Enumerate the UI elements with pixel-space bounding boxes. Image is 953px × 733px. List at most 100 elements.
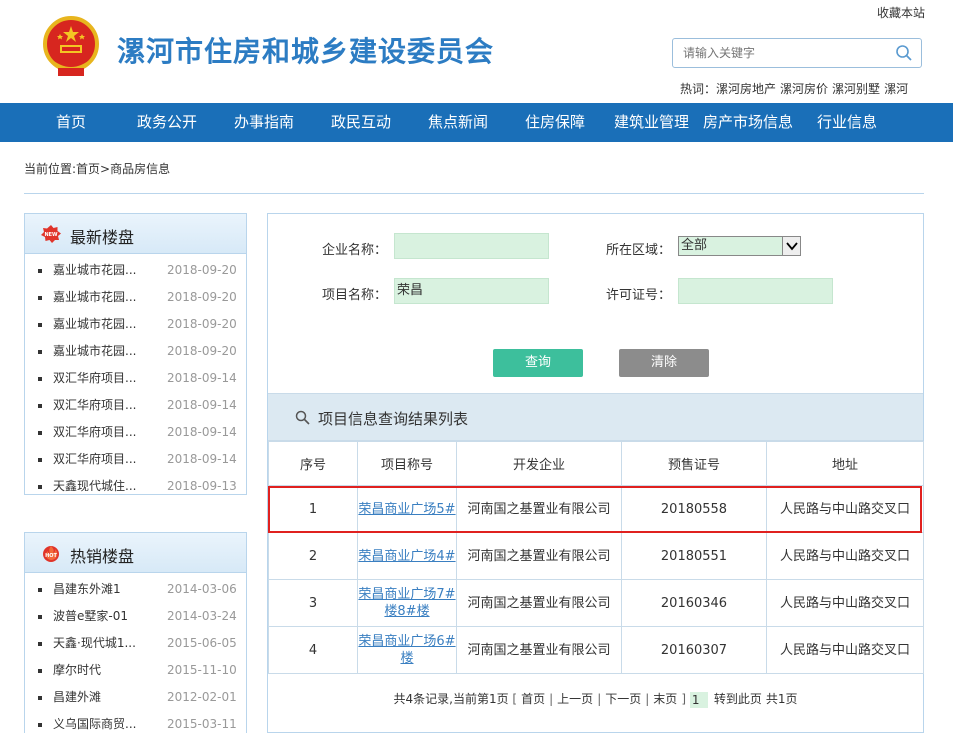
search-input[interactable]	[673, 39, 888, 67]
nav-item-real-estate[interactable]: 房产市场信息	[703, 103, 793, 142]
nav-item-home[interactable]: 首页	[56, 103, 86, 142]
bullet-icon	[38, 377, 42, 381]
company-cell: 河南国之基置业有限公司	[456, 579, 622, 627]
nav-item-gov-affairs[interactable]: 政务公开	[137, 103, 197, 142]
project-date: 2018-09-13	[167, 479, 237, 493]
nav-item-construction[interactable]: 建筑业管理	[614, 103, 689, 142]
project-link[interactable]: 荣昌商业广场7# 楼8#楼	[358, 587, 455, 619]
project-link[interactable]: 荣昌商业广场4#	[358, 549, 455, 564]
address-cell: 人民路与中山路交叉口	[766, 626, 924, 674]
column-header: 地址	[766, 441, 924, 486]
list-item[interactable]: 嘉业城市花园... 2018-09-20	[25, 311, 246, 338]
project-link-line[interactable]: 荣昌商业广场6#	[358, 634, 455, 649]
bullet-icon	[38, 642, 42, 646]
list-item[interactable]: 双汇华府项目... 2018-09-14	[25, 392, 246, 419]
project-name[interactable]: 义乌国际商贸...	[53, 711, 153, 733]
column-header: 预售证号	[621, 441, 767, 486]
list-item[interactable]: 嘉业城市花园... 2018-09-20	[25, 284, 246, 311]
list-item[interactable]: 双汇华府项目... 2018-09-14	[25, 446, 246, 473]
divider	[24, 193, 924, 194]
table-row: 3 荣昌商业广场7# 楼8#楼 河南国之基置业有限公司 20160346 人民路与…	[268, 579, 924, 627]
project-date: 2018-09-20	[167, 290, 237, 304]
project-cell: 荣昌商业广场6# 楼	[357, 626, 457, 674]
pagination-summary: 共4条记录,当前第1页	[393, 692, 509, 706]
project-name[interactable]: 双汇华府项目...	[53, 419, 153, 446]
national-emblem-icon	[43, 16, 99, 76]
project-name[interactable]: 嘉业城市花园...	[53, 338, 153, 365]
list-item[interactable]: 嘉业城市花园... 2018-09-20	[25, 338, 246, 365]
list-item[interactable]: 双汇华府项目... 2018-09-14	[25, 419, 246, 446]
project-link[interactable]: 荣昌商业广场6# 楼	[358, 634, 455, 666]
new-badge-icon: NEW	[41, 225, 61, 243]
bullet-icon	[38, 615, 42, 619]
nav-item-news[interactable]: 焦点新闻	[428, 103, 488, 142]
list-item[interactable]: 天鑫·现代城1... 2015-06-05	[25, 630, 246, 657]
project-name[interactable]: 嘉业城市花园...	[53, 257, 153, 284]
project-name[interactable]: 昌建东外滩1	[53, 576, 153, 603]
project-date: 2018-09-20	[167, 344, 237, 358]
project-name[interactable]: 双汇华府项目...	[53, 392, 153, 419]
latest-projects-list: 嘉业城市花园... 2018-09-20 嘉业城市花园... 2018-09-20 …	[25, 254, 246, 500]
pagination-total: 共1页	[765, 692, 798, 706]
latest-projects-panel: NEW 最新楼盘 嘉业城市花园... 2018-09-20 嘉业城市花园... 20…	[24, 213, 247, 495]
license-cell: 20180558	[621, 485, 767, 533]
column-header: 序号	[268, 441, 358, 486]
list-item[interactable]: 昌建东外滩1 2014-03-06	[25, 576, 246, 603]
project-input[interactable]: 荣昌	[394, 278, 549, 304]
hot-word-link[interactable]: 漯河别墅	[832, 82, 880, 96]
project-name[interactable]: 双汇华府项目...	[53, 446, 153, 473]
project-name[interactable]: 天鑫·现代城1...	[53, 630, 153, 657]
hot-word-link[interactable]: 漯河房地产	[716, 82, 776, 96]
page-number-input[interactable]: 1	[689, 691, 708, 708]
results-title: 项目信息查询结果列表	[318, 410, 469, 428]
nav-item-housing[interactable]: 住房保障	[525, 103, 585, 142]
list-item[interactable]: 嘉业城市花园... 2018-09-20	[25, 257, 246, 284]
nav-item-industry[interactable]: 行业信息	[817, 103, 877, 142]
hot-word-link[interactable]: 漯河	[884, 82, 908, 96]
project-link-line[interactable]: 荣昌商业广场7#	[358, 587, 455, 602]
project-link-line[interactable]: 楼	[400, 651, 413, 666]
first-page-link[interactable]: 首页	[521, 692, 545, 706]
clear-button[interactable]: 清除	[619, 349, 709, 377]
favorite-link[interactable]: 收藏本站	[877, 4, 925, 21]
project-name[interactable]: 天鑫现代城住...	[53, 473, 153, 500]
table-row: 4 荣昌商业广场6# 楼 河南国之基置业有限公司 20160307 人民路与中山路…	[268, 626, 924, 674]
list-item[interactable]: 义乌国际商贸... 2015-03-11	[25, 711, 246, 733]
list-item[interactable]: 波普e墅家-01 2014-03-24	[25, 603, 246, 630]
hot-word-link[interactable]: 漯河房价	[780, 82, 828, 96]
company-input[interactable]	[394, 233, 549, 259]
license-label: 许可证号：	[606, 288, 672, 303]
project-link-line[interactable]: 楼8#楼	[384, 604, 429, 619]
project-name[interactable]: 嘉业城市花园...	[53, 284, 153, 311]
project-date: 2014-03-24	[167, 609, 237, 623]
goto-page-link[interactable]: 转到此页	[714, 692, 762, 706]
nav-item-interaction[interactable]: 政民互动	[331, 103, 391, 142]
project-name[interactable]: 波普e墅家-01	[53, 603, 153, 630]
list-item[interactable]: 天鑫现代城住... 2018-09-13	[25, 473, 246, 500]
panel-header: HOT 热销楼盘	[25, 533, 246, 573]
prev-page-link[interactable]: 上一页	[557, 692, 593, 706]
nav-item-guide[interactable]: 办事指南	[234, 103, 294, 142]
results-header: 项目信息查询结果列表	[268, 393, 923, 441]
project-name[interactable]: 摩尔时代	[53, 657, 153, 684]
list-item[interactable]: 昌建外滩 2012-02-01	[25, 684, 246, 711]
region-select[interactable]: 全部	[678, 236, 801, 256]
last-page-link[interactable]: 末页	[653, 692, 677, 706]
bullet-icon	[38, 350, 42, 354]
project-name[interactable]: 嘉业城市花园...	[53, 311, 153, 338]
list-item[interactable]: 双汇华府项目... 2018-09-14	[25, 365, 246, 392]
license-input[interactable]	[678, 278, 833, 304]
list-item[interactable]: 摩尔时代 2015-11-10	[25, 657, 246, 684]
pagination-separator: ]	[681, 692, 686, 706]
query-button[interactable]: 查询	[493, 349, 583, 377]
chevron-down-icon[interactable]	[782, 237, 800, 255]
next-page-link[interactable]: 下一页	[605, 692, 641, 706]
project-link[interactable]: 荣昌商业广场5#	[358, 502, 455, 517]
address-cell: 人民路与中山路交叉口	[766, 579, 924, 627]
pagination-separator: [	[512, 692, 518, 706]
project-date: 2018-09-14	[167, 425, 237, 439]
project-name[interactable]: 昌建外滩	[53, 684, 153, 711]
project-name[interactable]: 双汇华府项目...	[53, 365, 153, 392]
search-icon[interactable]	[895, 44, 913, 62]
table-row: 2 荣昌商业广场4# 河南国之基置业有限公司 20180551 人民路与中山路交…	[268, 532, 924, 580]
